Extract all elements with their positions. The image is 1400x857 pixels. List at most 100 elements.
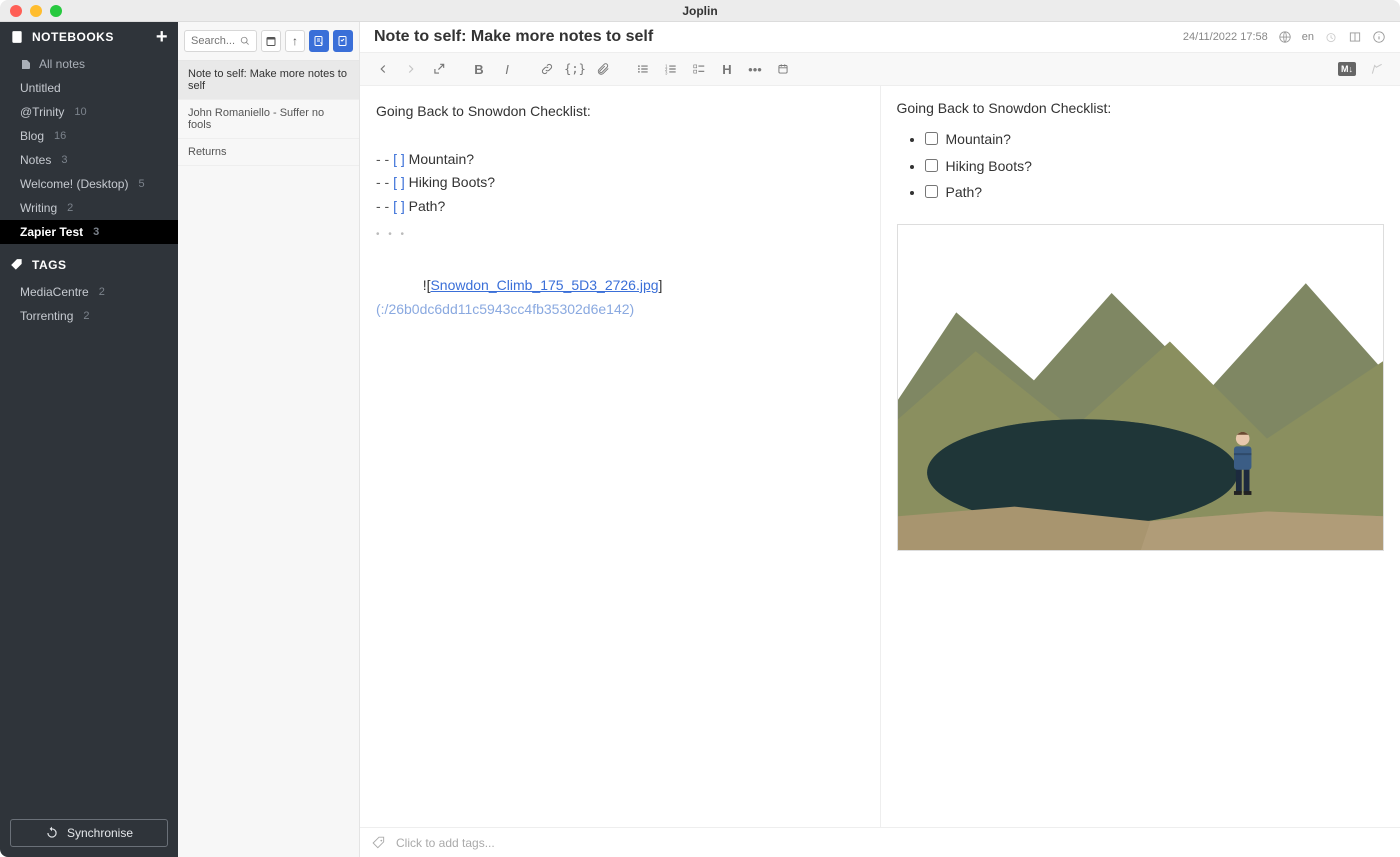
link-button[interactable] xyxy=(534,57,560,81)
tags-header: TAGS xyxy=(0,250,178,280)
md-checklist-line: - - [ ] Path? xyxy=(376,195,864,219)
editor-toolbar: B I {;} 123 H ••• M↓ xyxy=(360,53,1400,86)
notebook-name: Writing xyxy=(20,201,57,215)
notebook-count: 2 xyxy=(67,202,73,214)
notebook-name: Welcome! (Desktop) xyxy=(20,177,128,191)
preview-checklist-item: Path? xyxy=(925,179,1385,206)
sidebar-tag-item[interactable]: MediaCentre 2 xyxy=(0,280,178,304)
all-notes-item[interactable]: All notes xyxy=(0,52,178,76)
external-edit-button[interactable] xyxy=(426,57,452,81)
new-note-button[interactable] xyxy=(309,30,329,52)
markdown-editor[interactable]: Going Back to Snowdon Checklist: - - [ ]… xyxy=(360,86,881,827)
app-window: Joplin NOTEBOOKS + All notes Untitled@Tr… xyxy=(0,0,1400,857)
checkbox-list-button[interactable] xyxy=(686,57,712,81)
md-hr-dots: • • • xyxy=(376,229,864,240)
tag-name: Torrenting xyxy=(20,309,73,323)
note-date: 24/11/2022 17:58 xyxy=(1183,31,1268,43)
insert-time-button[interactable] xyxy=(770,57,796,81)
note-list-item[interactable]: John Romaniello - Suffer no fools xyxy=(178,100,359,139)
sync-icon xyxy=(45,826,59,840)
snowdon-image xyxy=(898,225,1384,550)
notebook-count: 3 xyxy=(61,154,67,166)
new-todo-button[interactable] xyxy=(333,30,353,52)
numbered-list-button[interactable]: 123 xyxy=(658,57,684,81)
tag-footer-icon xyxy=(372,836,386,850)
checklist-checkbox[interactable] xyxy=(925,132,938,145)
sidebar-notebook-item[interactable]: Blog 16 xyxy=(0,124,178,148)
toggle-sort-date-button[interactable] xyxy=(261,30,281,52)
preview-pane: Going Back to Snowdon Checklist: Mountai… xyxy=(881,86,1400,827)
sidebar-notebook-item[interactable]: Untitled xyxy=(0,76,178,100)
note-title[interactable]: Note to self: Make more notes to self xyxy=(374,28,653,46)
md-image-link: ![Snowdon_Climb_175_5D3_2726.jpg](:/26b0… xyxy=(376,250,864,345)
note-list: Note to self: Make more notes to selfJoh… xyxy=(178,61,359,857)
toggle-layout-button[interactable] xyxy=(1348,30,1362,44)
sidebar-tag-item[interactable]: Torrenting2 xyxy=(0,304,178,328)
note-list-panel: ↑ Note to self: Make more notes to selfJ… xyxy=(178,22,360,857)
sidebar-notebook-item[interactable]: Welcome! (Desktop)5 xyxy=(0,172,178,196)
code-button[interactable]: {;} xyxy=(562,57,588,81)
checklist-checkbox[interactable] xyxy=(925,185,938,198)
sidebar-notebook-item[interactable]: Writing 2 xyxy=(0,196,178,220)
tag-name: MediaCentre xyxy=(20,285,89,299)
svg-text:3: 3 xyxy=(665,70,668,75)
notebook-name: Zapier Test xyxy=(20,225,83,239)
checklist-label: Path? xyxy=(946,184,983,200)
notebooks-header: NOTEBOOKS + xyxy=(0,22,178,52)
tags-footer[interactable]: Click to add tags... xyxy=(360,827,1400,857)
add-notebook-button[interactable]: + xyxy=(156,30,168,44)
sidebar-notebook-item[interactable]: Zapier Test 3 xyxy=(0,220,178,244)
hr-button[interactable]: ••• xyxy=(742,57,768,81)
italic-button[interactable]: I xyxy=(494,57,520,81)
sync-label: Synchronise xyxy=(67,826,133,840)
tag-icon xyxy=(10,258,24,272)
attach-button[interactable] xyxy=(590,57,616,81)
note-list-toolbar: ↑ xyxy=(178,22,359,61)
toggle-editor-button[interactable] xyxy=(1364,57,1390,81)
sidebar-notebook-item[interactable]: Notes 3 xyxy=(0,148,178,172)
synchronise-button[interactable]: Synchronise xyxy=(10,819,168,847)
notebook-count: 16 xyxy=(54,130,66,142)
app-title: Joplin xyxy=(0,4,1400,18)
sort-direction-button[interactable]: ↑ xyxy=(285,30,305,52)
notebooks-label: NOTEBOOKS xyxy=(32,30,114,44)
alarm-button[interactable] xyxy=(1324,30,1338,44)
note-list-item[interactable]: Returns xyxy=(178,139,359,166)
note-lang: en xyxy=(1302,31,1314,43)
bulleted-list-button[interactable] xyxy=(630,57,656,81)
note-header: Note to self: Make more notes to self 24… xyxy=(360,22,1400,53)
preview-image xyxy=(897,224,1385,551)
spellcheck-button[interactable] xyxy=(1278,30,1292,44)
sidebar-notebook-item[interactable]: @Trinity10 xyxy=(0,100,178,124)
preview-checklist: Mountain?Hiking Boots?Path? xyxy=(897,126,1385,206)
search-icon xyxy=(240,35,250,47)
notebook-icon xyxy=(10,30,24,44)
tags-list: MediaCentre 2 Torrenting2 xyxy=(0,280,178,328)
editor-column: Note to self: Make more notes to self 24… xyxy=(360,22,1400,857)
sidebar: NOTEBOOKS + All notes Untitled@Trinity10… xyxy=(0,22,178,857)
all-notes-icon xyxy=(20,58,32,70)
note-properties-button[interactable] xyxy=(1372,30,1386,44)
notebook-name: Notes xyxy=(20,153,51,167)
bold-button[interactable]: B xyxy=(466,57,492,81)
preview-heading: Going Back to Snowdon Checklist: xyxy=(897,100,1385,116)
note-meta: 24/11/2022 17:58 en xyxy=(1183,30,1386,44)
editor-split: Going Back to Snowdon Checklist: - - [ ]… xyxy=(360,86,1400,827)
note-list-item[interactable]: Note to self: Make more notes to self xyxy=(178,61,359,100)
heading-button[interactable]: H xyxy=(714,57,740,81)
search-box[interactable] xyxy=(184,30,257,52)
checklist-checkbox[interactable] xyxy=(925,159,938,172)
notebook-count: 3 xyxy=(93,226,99,238)
tag-count: 2 xyxy=(99,286,105,298)
tags-placeholder: Click to add tags... xyxy=(396,836,495,850)
titlebar: Joplin xyxy=(0,0,1400,22)
toggle-markdown-button[interactable]: M↓ xyxy=(1334,57,1360,81)
md-checklist-line: - - [ ] Mountain? xyxy=(376,148,864,172)
search-input[interactable] xyxy=(191,35,240,47)
checklist-label: Hiking Boots? xyxy=(946,158,1032,174)
nav-back-button[interactable] xyxy=(370,57,396,81)
nav-forward-button[interactable] xyxy=(398,57,424,81)
md-checklist-line: - - [ ] Hiking Boots? xyxy=(376,171,864,195)
all-notes-label: All notes xyxy=(39,57,85,71)
notebook-name: Blog xyxy=(20,129,44,143)
